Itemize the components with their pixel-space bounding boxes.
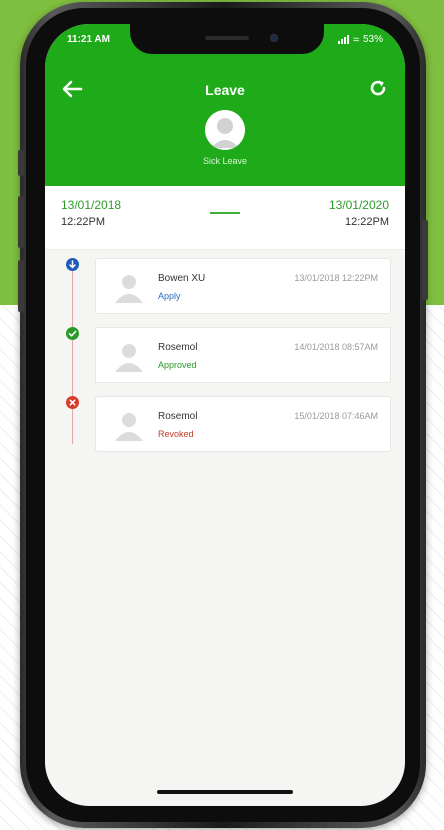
from-time: 12:22PM xyxy=(61,216,106,228)
from-date: 13/01/2018 xyxy=(61,198,122,212)
user-avatar-icon xyxy=(114,271,144,303)
phone-mute-switch xyxy=(18,150,24,176)
leave-avatar xyxy=(205,110,245,150)
timeline-revoked-marker xyxy=(66,396,79,409)
refresh-icon xyxy=(370,80,386,96)
date-range: 13/01/2018 12:22PM 13/01/2020 12:22PM xyxy=(45,186,405,250)
phone-notch xyxy=(130,24,324,54)
card-timestamp: 13/01/2018 12:22PM xyxy=(294,273,378,283)
phone-power-button xyxy=(422,220,428,300)
card-status: Revoked xyxy=(158,429,194,439)
to-date: 13/01/2020 xyxy=(328,198,389,212)
app-screen: 11:21 AM ≈ 53% Leave Sick Leave 13/01/20… xyxy=(45,24,405,806)
timeline-apply-marker xyxy=(66,258,79,271)
signal-icon xyxy=(337,35,349,44)
check-icon xyxy=(68,330,77,337)
timeline-line xyxy=(72,264,73,444)
timeline-card[interactable]: Rosemol Revoked 15/01/2018 07:46AM xyxy=(95,396,391,452)
card-user-name: Bowen XU xyxy=(158,273,206,284)
battery-percent: 53% xyxy=(362,34,383,45)
date-from: 13/01/2018 12:22PM xyxy=(61,198,121,228)
page-title: Leave xyxy=(205,82,245,98)
user-avatar-icon xyxy=(114,340,144,372)
status-time: 11:21 AM xyxy=(67,34,110,45)
refresh-button[interactable] xyxy=(365,78,391,104)
card-status: Approved xyxy=(158,360,197,370)
timeline-approved-marker xyxy=(66,327,79,340)
status-indicators: ≈ 53% xyxy=(337,33,383,46)
arrow-down-icon xyxy=(69,260,76,269)
front-camera xyxy=(270,34,278,42)
wifi-icon: ≈ xyxy=(352,33,359,46)
to-time: 12:22PM xyxy=(344,216,389,228)
timeline-card[interactable]: Rosemol Approved 14/01/2018 08:57AM xyxy=(95,327,391,383)
card-timestamp: 14/01/2018 08:57AM xyxy=(294,342,378,352)
phone-volume-down xyxy=(18,260,24,312)
speaker-grille xyxy=(205,36,249,40)
close-icon xyxy=(69,399,76,406)
date-to: 13/01/2020 12:22PM xyxy=(329,198,389,228)
card-user-name: Rosemol xyxy=(158,411,198,422)
user-avatar-icon xyxy=(205,110,245,150)
date-separator xyxy=(210,212,240,214)
card-user-name: Rosemol xyxy=(158,342,198,353)
card-status: Apply xyxy=(158,291,181,301)
card-timestamp: 15/01/2018 07:46AM xyxy=(294,411,378,421)
phone-volume-up xyxy=(18,196,24,248)
timeline-card[interactable]: Bowen XU Apply 13/01/2018 12:22PM xyxy=(95,258,391,314)
user-avatar-icon xyxy=(114,409,144,441)
leave-type-label: Sick Leave xyxy=(202,156,248,166)
home-indicator[interactable] xyxy=(157,790,293,794)
